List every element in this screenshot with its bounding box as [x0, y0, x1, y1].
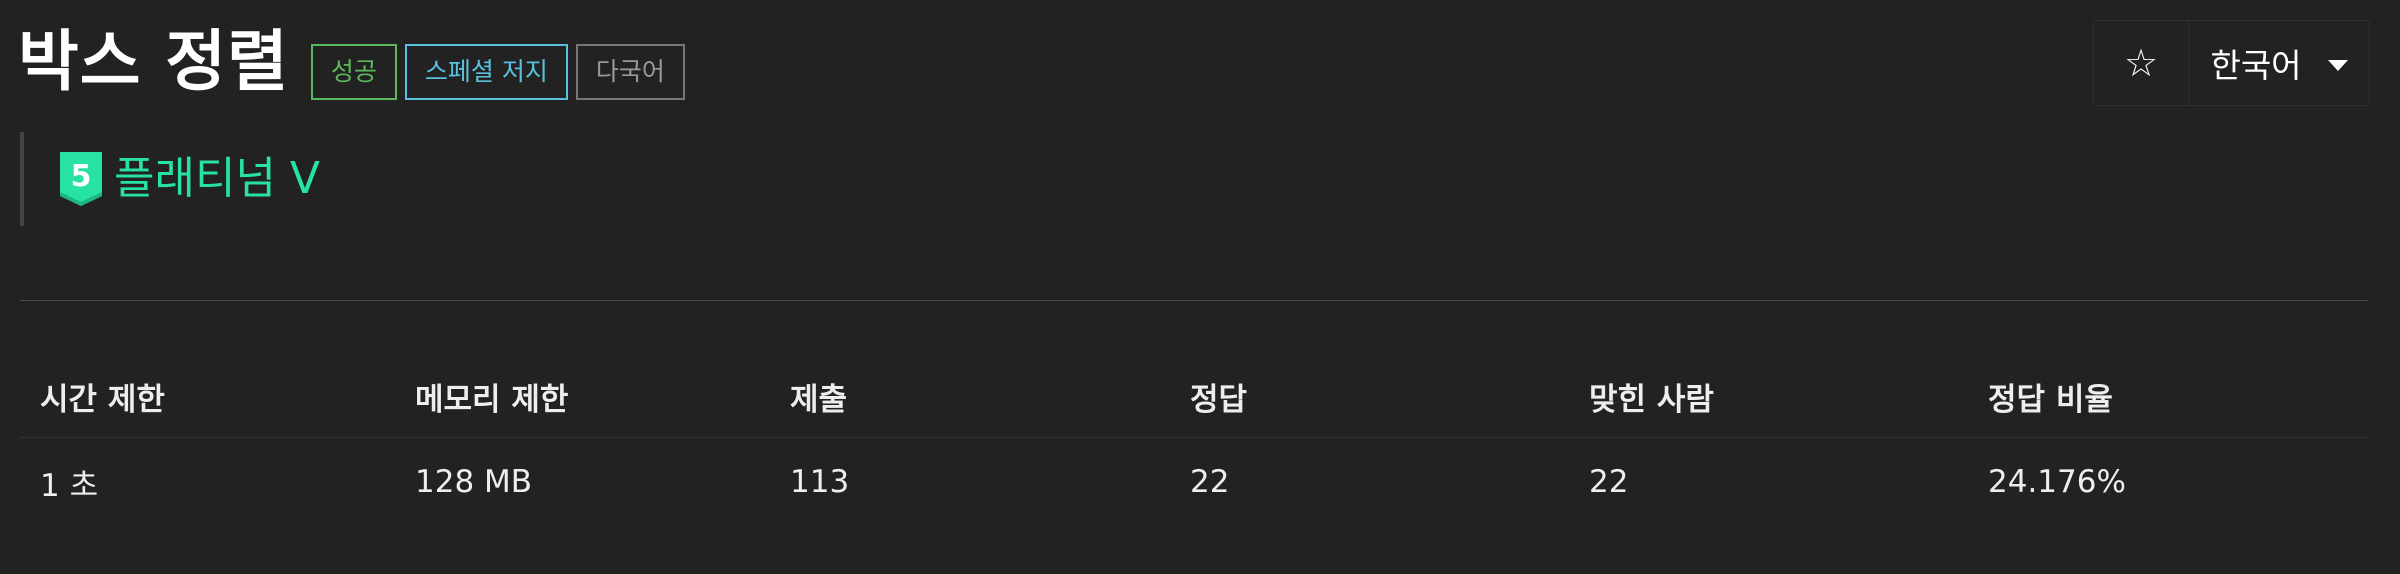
table-header-row: 시간 제한 메모리 제한 제출 정답 맞힌 사람 정답 비율 [20, 355, 2368, 438]
table-row: 1 초 128 MB 113 22 22 24.176% [20, 438, 2368, 526]
tier-block: 5 플래티넘 V [20, 132, 320, 226]
section-divider [20, 300, 2368, 301]
value-solved-users: 22 [1589, 464, 1629, 500]
special-judge-badge[interactable]: 스페셜 저지 [404, 44, 568, 100]
problem-page: 박스 정렬 성공 스페셜 저지 다국어 ☆ 한국어 5 플래티넘 V 시간 제한… [0, 0, 2400, 574]
header-accepted: 정답 [1190, 381, 1248, 418]
header-solved-users: 맞힌 사람 [1589, 381, 1714, 418]
success-badge[interactable]: 성공 [310, 44, 397, 100]
language-dropdown[interactable]: 한국어 [2189, 21, 2369, 105]
multilingual-badge[interactable]: 다국어 [575, 44, 685, 100]
language-label: 한국어 [2210, 46, 2302, 85]
tier-level-number: 5 [71, 159, 92, 194]
value-accepted: 22 [1190, 464, 1230, 500]
page-title: 박스 정렬 [18, 23, 289, 100]
value-time-limit: 1 초 [40, 467, 99, 504]
chevron-down-icon [2327, 59, 2348, 71]
title-row: 박스 정렬 성공 스페셜 저지 다국어 [18, 22, 693, 102]
problem-badges: 성공 스페셜 저지 다국어 [310, 44, 693, 100]
header-submissions: 제출 [790, 381, 848, 418]
header-time-limit: 시간 제한 [40, 381, 165, 418]
value-submissions: 113 [790, 464, 850, 500]
value-memory-limit: 128 MB [415, 464, 533, 500]
header-controls: ☆ 한국어 [2093, 20, 2370, 106]
favorite-button[interactable]: ☆ [2094, 21, 2189, 105]
tier-icon: 5 [60, 152, 102, 206]
value-accept-ratio: 24.176% [1988, 464, 2126, 500]
star-icon: ☆ [2123, 41, 2159, 85]
header-accept-ratio: 정답 비율 [1988, 381, 2113, 418]
problem-info-table: 시간 제한 메모리 제한 제출 정답 맞힌 사람 정답 비율 1 초 128 M… [20, 355, 2368, 526]
tier-label[interactable]: 플래티넘 V [114, 152, 320, 206]
header-memory-limit: 메모리 제한 [415, 381, 569, 418]
